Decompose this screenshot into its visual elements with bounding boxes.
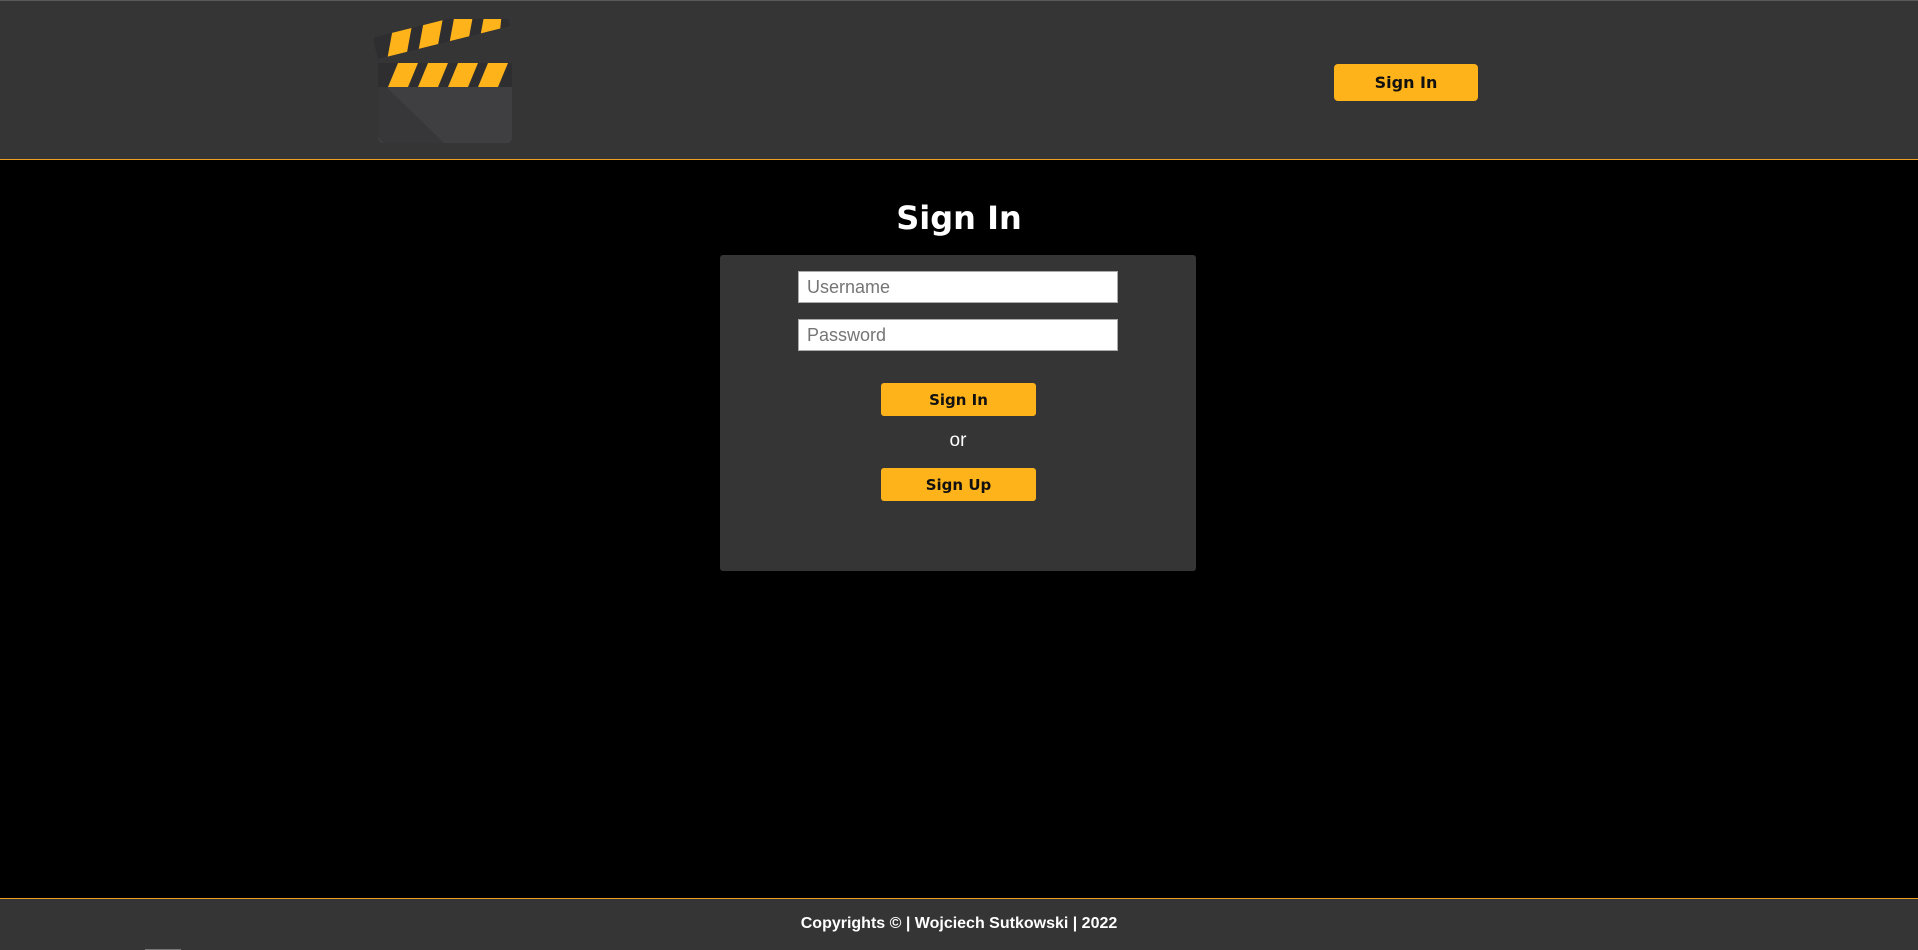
username-input[interactable] bbox=[798, 271, 1118, 303]
page: Sign In Sign In Sign In or Sign Up Copyr… bbox=[0, 0, 1918, 950]
site-header: Sign In bbox=[0, 0, 1918, 160]
copyright-text: Copyrights © | Wojciech Sutkowski | 2022 bbox=[800, 915, 1118, 932]
sign-up-button[interactable]: Sign Up bbox=[881, 468, 1036, 501]
sign-in-button[interactable]: Sign In bbox=[881, 383, 1036, 416]
password-input[interactable] bbox=[798, 319, 1118, 351]
or-separator: or bbox=[949, 430, 967, 451]
site-footer: Copyrights © | Wojciech Sutkowski | 2022 bbox=[0, 898, 1918, 950]
header-sign-in-button[interactable]: Sign In bbox=[1334, 64, 1478, 101]
clapperboard-icon[interactable] bbox=[374, 19, 516, 143]
sign-in-form: Sign In or Sign Up bbox=[720, 255, 1196, 571]
page-title: Sign In bbox=[896, 199, 1022, 237]
